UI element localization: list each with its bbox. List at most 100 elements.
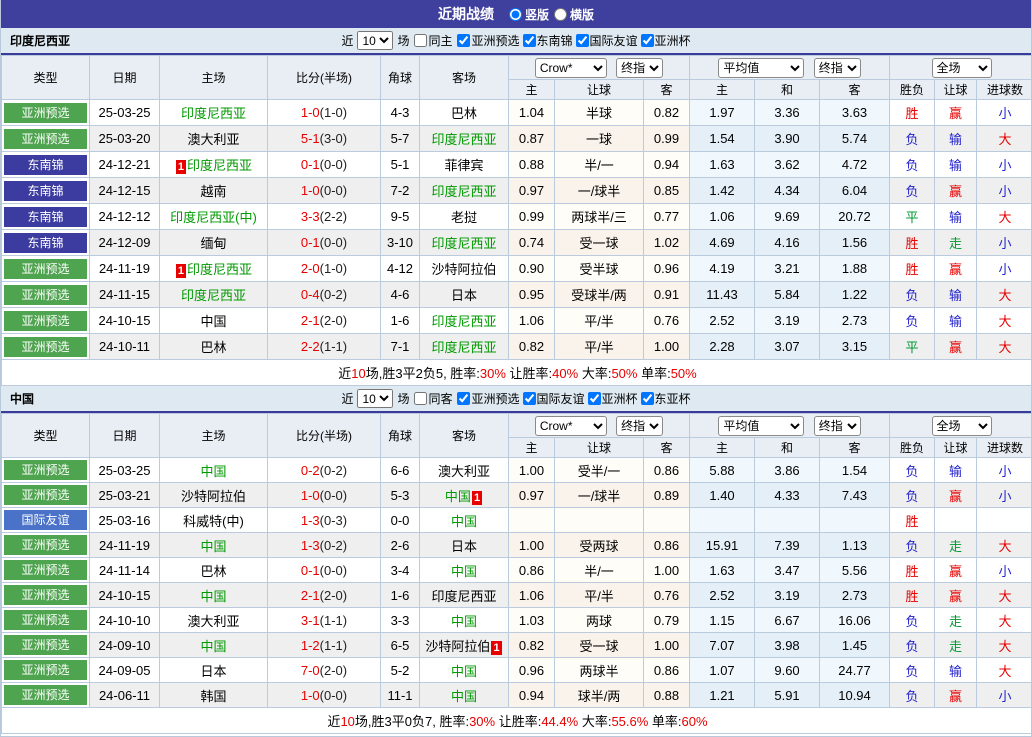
home-team-cell: 印度尼西亚 (160, 100, 268, 126)
result-text: 走 (949, 539, 962, 554)
corner-score: 9-5 (381, 204, 420, 230)
odds-handicap: 一/球半 (555, 178, 644, 204)
result-text: 负 (906, 314, 919, 329)
final-odds-select[interactable]: 终指 (616, 416, 663, 436)
match-date: 24-10-11 (90, 334, 160, 360)
result-handicap: 输 (935, 126, 977, 152)
same-venue-checkbox[interactable] (414, 34, 427, 47)
avg-odds-away: 7.43 (820, 483, 890, 508)
summary-label: 让胜率: (495, 714, 541, 729)
odds-handicap: 受一球 (555, 633, 644, 658)
odds-home: 0.82 (509, 334, 555, 360)
league-checkbox[interactable] (523, 392, 536, 405)
team-name-text: 巴林 (451, 106, 477, 121)
corner-score: 2-6 (381, 533, 420, 558)
league-checkbox[interactable] (588, 392, 601, 405)
team-name-text: 中国 (451, 689, 477, 704)
avg-odds-away: 1.22 (820, 282, 890, 308)
recent-count-select[interactable]: 10 (357, 31, 393, 50)
col-avg-home-header: 主 (690, 80, 755, 100)
recent-count-select[interactable]: 10 (357, 389, 393, 408)
league-checkbox[interactable] (641, 34, 654, 47)
corner-score: 1-6 (381, 583, 420, 608)
section-team-name: 印度尼西亚 (10, 32, 70, 49)
horizontal-radio[interactable] (554, 8, 567, 21)
league-type-badge: 亚洲预选 (4, 660, 87, 680)
league-filter-option[interactable]: 国际友谊 (573, 32, 638, 49)
odds-away: 0.79 (644, 608, 690, 633)
avg-odds-away: 1.88 (820, 256, 890, 282)
league-checkbox[interactable] (641, 392, 654, 405)
odds-handicap: 一/球半 (555, 483, 644, 508)
league-type-cell: 东南锦 (2, 152, 90, 178)
league-filter-option[interactable]: 亚洲预选 (454, 390, 519, 407)
red-card-badge: 1 (491, 641, 501, 655)
fulltime-score: 1-0 (301, 688, 320, 703)
league-checkbox[interactable] (523, 34, 536, 47)
team-name-text: 老挝 (451, 210, 477, 225)
odds-home: 0.74 (509, 230, 555, 256)
result-text: 输 (949, 132, 962, 147)
final-odds-select-2[interactable]: 终指 (814, 416, 861, 436)
layout-horizontal-option[interactable]: 横版 (553, 6, 594, 23)
match-row: 亚洲预选 25-03-25 印度尼西亚 1-0(1-0) 4-3 巴林 1.04… (2, 100, 1032, 126)
average-select[interactable]: 平均值 (718, 416, 804, 436)
league-filter-option[interactable]: 亚洲杯 (585, 390, 638, 407)
league-label: 亚洲预选 (471, 390, 519, 407)
league-checkbox[interactable] (457, 392, 470, 405)
match-score: 0-1(0-0) (268, 558, 381, 583)
avg-odds-draw: 9.69 (755, 204, 820, 230)
bookmaker-select[interactable]: Crow* (535, 416, 607, 436)
league-filter-option[interactable]: 亚洲预选 (454, 32, 519, 49)
corner-score: 6-6 (381, 458, 420, 483)
odds-away: 0.99 (644, 126, 690, 152)
avg-odds-away: 1.45 (820, 633, 890, 658)
league-filter-option[interactable]: 亚洲杯 (638, 32, 691, 49)
final-odds-select-2[interactable]: 终指 (814, 58, 861, 78)
odds-home: 0.95 (509, 282, 555, 308)
team-name-text: 印度尼西亚 (187, 262, 252, 277)
halftime-score: (0-0) (320, 488, 347, 503)
team-name-text: 中国 (200, 314, 226, 329)
result-text: 负 (906, 158, 919, 173)
summary-label: 大率: (578, 714, 611, 729)
result-text: 小 (999, 106, 1012, 121)
league-filter-option[interactable]: 东亚杯 (638, 390, 691, 407)
match-row: 亚洲预选 25-03-25 中国 0-2(0-2) 6-6 澳大利亚 1.00 … (2, 458, 1032, 483)
bookmaker-select[interactable]: Crow* (535, 58, 607, 78)
average-select[interactable]: 平均值 (718, 58, 804, 78)
fulltime-score: 5-1 (301, 131, 320, 146)
result-outcome: 平 (890, 204, 935, 230)
odds-home: 0.90 (509, 256, 555, 282)
halftime-score: (2-0) (320, 663, 347, 678)
league-checkbox[interactable] (457, 34, 470, 47)
league-type-cell: 亚洲预选 (2, 533, 90, 558)
team-name-text: 韩国 (200, 689, 226, 704)
league-type-cell: 亚洲预选 (2, 308, 90, 334)
avg-odds-home: 1.07 (690, 658, 755, 683)
scope-select[interactable]: 全场 (932, 58, 992, 78)
league-type-badge: 东南锦 (4, 233, 87, 253)
league-label: 亚洲预选 (471, 32, 519, 49)
halftime-score: (0-3) (320, 513, 347, 528)
same-venue-checkbox[interactable] (414, 392, 427, 405)
same-venue-option[interactable]: 同客 (411, 390, 452, 407)
away-team-cell: 中国 (420, 558, 509, 583)
result-text: 大 (999, 340, 1012, 355)
vertical-radio[interactable] (509, 8, 522, 21)
league-checkbox[interactable] (576, 34, 589, 47)
league-filter-option[interactable]: 东南锦 (520, 32, 573, 49)
odds-handicap: 平/半 (555, 334, 644, 360)
same-venue-option[interactable]: 同主 (411, 32, 452, 49)
away-team-cell: 印度尼西亚 (420, 334, 509, 360)
fulltime-score: 7-0 (301, 663, 320, 678)
team-name-text: 澳大利亚 (438, 464, 490, 479)
layout-vertical-option[interactable]: 竖版 (508, 6, 549, 23)
final-odds-select[interactable]: 终指 (616, 58, 663, 78)
corner-score: 5-1 (381, 152, 420, 178)
home-team-cell: 澳大利亚 (160, 126, 268, 152)
league-filter-option[interactable]: 国际友谊 (520, 390, 585, 407)
summary-value: 40% (552, 366, 578, 381)
result-handicap: 赢 (935, 583, 977, 608)
scope-select[interactable]: 全场 (932, 416, 992, 436)
